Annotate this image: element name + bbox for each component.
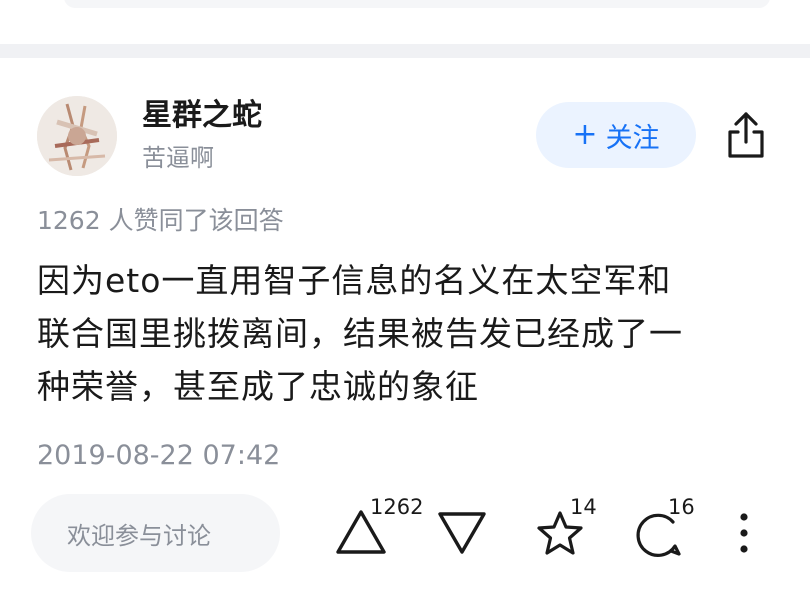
answer-content: 因为eto一直用智子信息的名义在太空军和 联合国里挑拨离间，结果被告发已经成了一… [37,254,777,413]
plus-icon: + [572,117,598,152]
comment-count: 16 [668,495,695,519]
answer-line: 因为eto一直用智子信息的名义在太空军和 [37,261,672,300]
previous-card-bar [64,0,770,8]
follow-button[interactable]: + 关注 [536,102,696,168]
likes-summary: 1262 人赞同了该回答 [37,206,284,235]
previous-card [0,0,810,44]
avatar-image [37,96,117,176]
downvote-icon [438,512,486,554]
answer-timestamp: 2019-08-22 07:42 [37,440,281,471]
favorite-count: 14 [570,495,597,519]
comment-input[interactable]: 欢迎参与讨论 [31,494,280,572]
more-options-button[interactable] [732,511,756,557]
answer-line: 联合国里挑拨离间，结果被告发已经成了一 [37,314,683,353]
answer-line: 种荣誉，甚至成了忠诚的象征 [37,367,479,406]
author-name[interactable]: 星群之蛇 [142,96,262,136]
comment-placeholder: 欢迎参与讨论 [67,521,211,550]
more-dots-icon [740,513,748,553]
card-divider [0,44,810,58]
upvote-count: 1262 [370,495,424,519]
avatar[interactable] [37,96,117,176]
downvote-button[interactable] [436,508,488,558]
follow-label: 关注 [605,122,660,154]
author-bio: 苦逼啊 [142,144,214,172]
share-icon[interactable] [722,110,770,160]
